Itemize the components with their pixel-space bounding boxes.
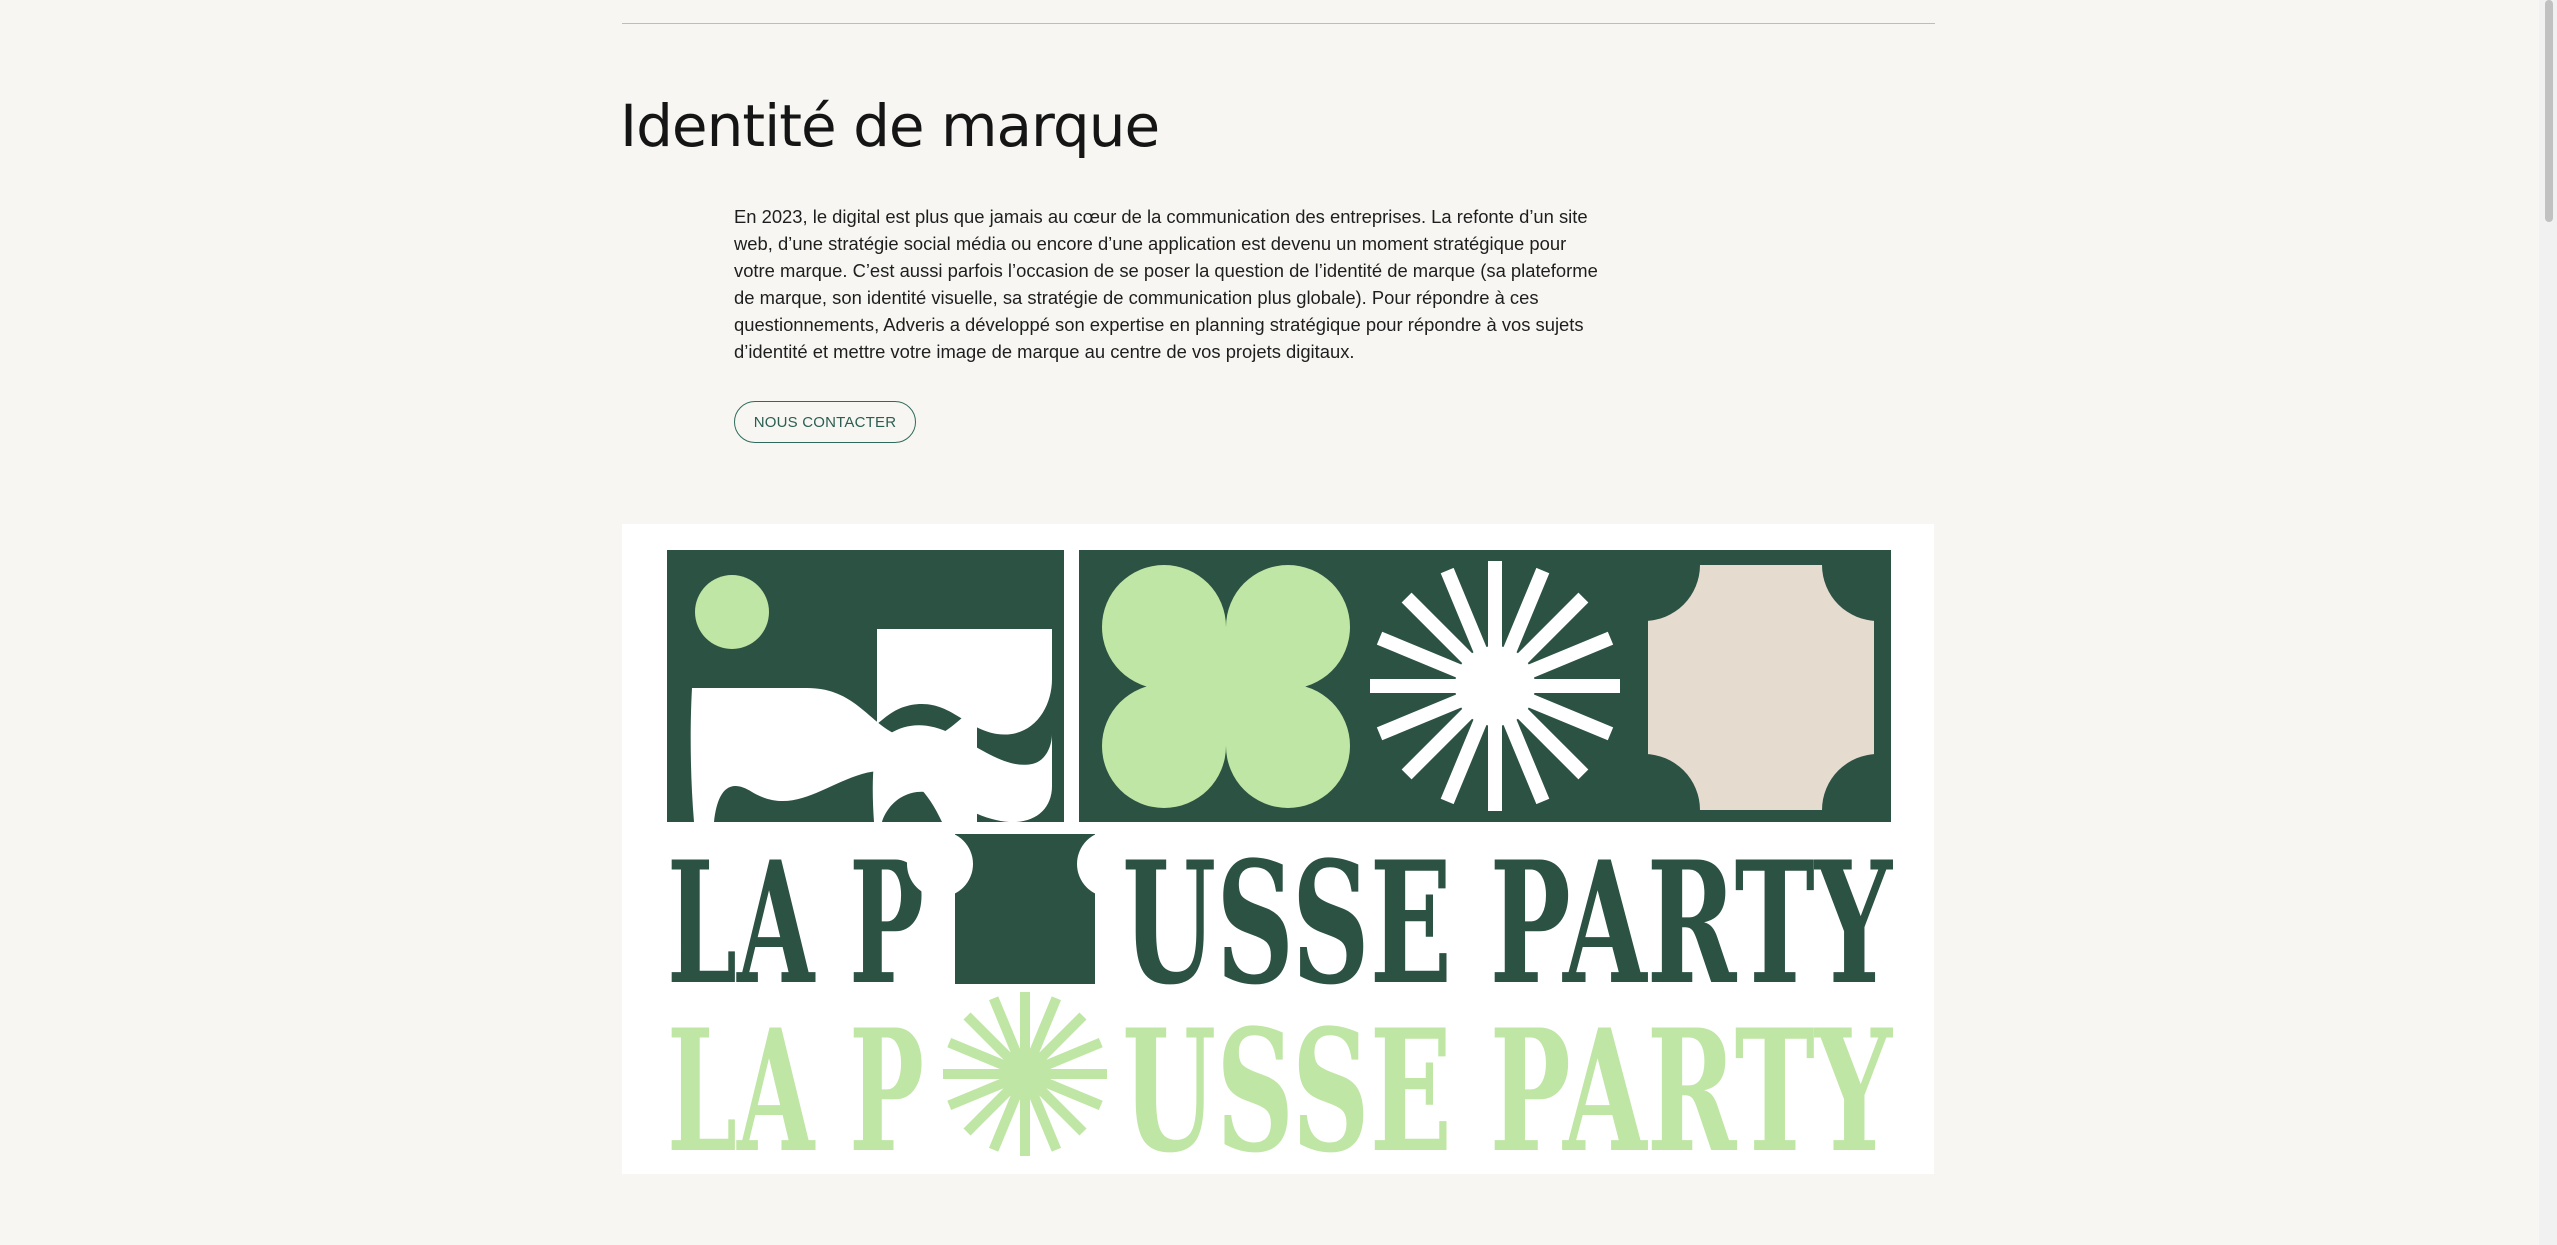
scallop-letter-o bbox=[955, 834, 1095, 984]
wordmark-light-right: USSE PARTY bbox=[1122, 992, 1893, 1174]
intro-line: d’identité et mettre votre image de marq… bbox=[734, 341, 1355, 362]
top-divider bbox=[622, 23, 1935, 24]
starburst-letter-o bbox=[943, 992, 1107, 1156]
intro-line: votre marque. C’est aussi parfois l’occa… bbox=[734, 260, 1598, 281]
wordmark-light: LA P USSE PARTY bbox=[667, 992, 1893, 1174]
intro-line: questionnements, Adveris a développé son… bbox=[734, 314, 1584, 335]
intro-paragraph: En 2023, le digital est plus que jamais … bbox=[734, 203, 1604, 365]
wordmark-light-left: LA P bbox=[667, 992, 924, 1174]
starburst-icon bbox=[1370, 561, 1620, 811]
la-pousse-party-artwork: LA P USSE PARTY LA P USSE PARTY bbox=[667, 550, 1893, 1174]
intro-line: En 2023, le digital est plus que jamais … bbox=[734, 206, 1588, 227]
scrollbar-thumb[interactable] bbox=[2545, 0, 2553, 222]
vertical-scrollbar[interactable] bbox=[2539, 0, 2557, 1245]
brand-identity-image: LA P USSE PARTY LA P USSE PARTY bbox=[622, 524, 1934, 1174]
page-title: Identité de marque bbox=[620, 92, 1160, 160]
intro-line: de marque, son identité visuelle, sa str… bbox=[734, 287, 1539, 308]
contact-button[interactable]: NOUS CONTACTER bbox=[734, 401, 916, 443]
intro-line: web, d’une stratégie social média ou enc… bbox=[734, 233, 1567, 254]
page: Identité de marque En 2023, le digital e… bbox=[0, 0, 2557, 1245]
